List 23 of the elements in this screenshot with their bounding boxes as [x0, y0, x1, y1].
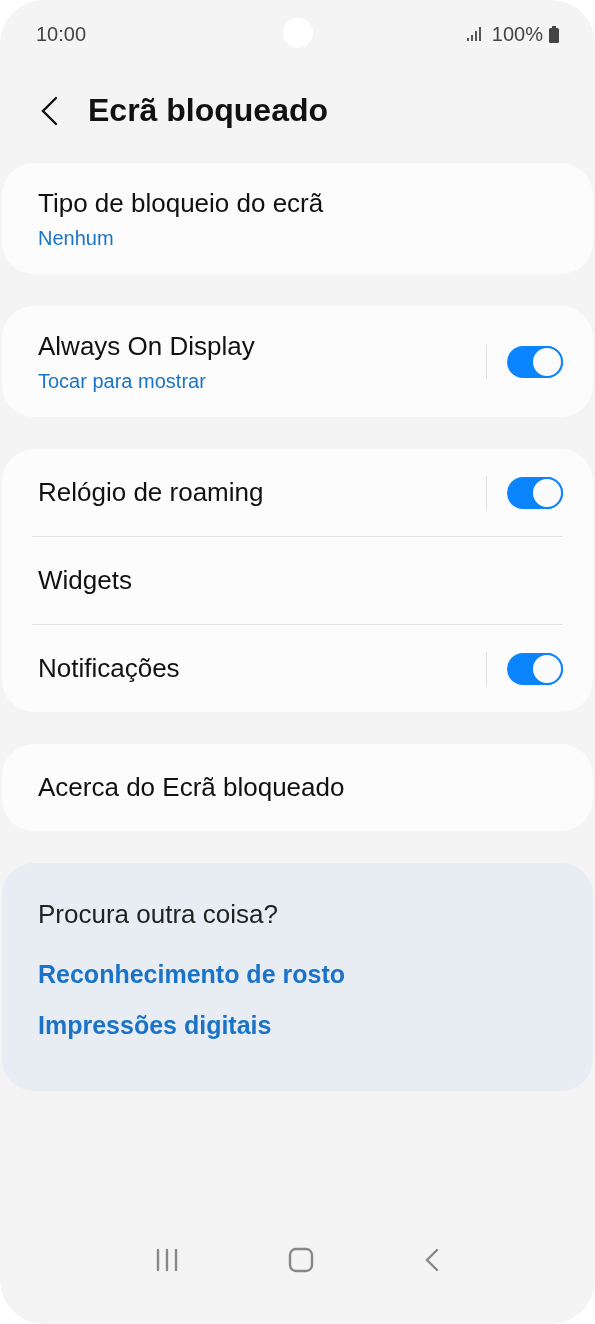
battery-icon [549, 25, 559, 43]
setting-title[interactable]: Acerca do Ecrã bloqueado [38, 772, 563, 803]
setting-value: Tocar para mostrar [38, 369, 207, 393]
status-time: 10:00 [36, 22, 87, 46]
signal-icon [465, 27, 482, 41]
setting-title[interactable]: Tipo de bloqueio do ecrã [38, 187, 563, 219]
page-title: Ecrã bloqueado [88, 92, 329, 129]
toggle-switch[interactable] [507, 345, 563, 378]
toggle-switch[interactable] [507, 476, 563, 509]
setting-value: Nenhum [38, 226, 115, 250]
back-icon[interactable] [40, 95, 58, 126]
home-icon[interactable] [288, 1247, 315, 1273]
toggle-switch[interactable] [507, 652, 563, 685]
setting-title[interactable]: Widgets [38, 565, 563, 596]
suggestion-link[interactable]: Reconhecimento de rosto [38, 960, 345, 989]
setting-title[interactable]: Relógio de roaming [38, 477, 486, 508]
setting-title[interactable]: Notificações [38, 653, 486, 684]
suggestion-link[interactable]: Impressões digitais [38, 1011, 272, 1040]
recent-apps-icon[interactable] [154, 1248, 179, 1272]
setting-title[interactable]: Always On Display [38, 330, 486, 362]
back-nav-icon[interactable] [424, 1248, 441, 1272]
battery-level: 100% [491, 22, 543, 46]
suggestions-title: Procura outra coisa? [38, 899, 279, 930]
